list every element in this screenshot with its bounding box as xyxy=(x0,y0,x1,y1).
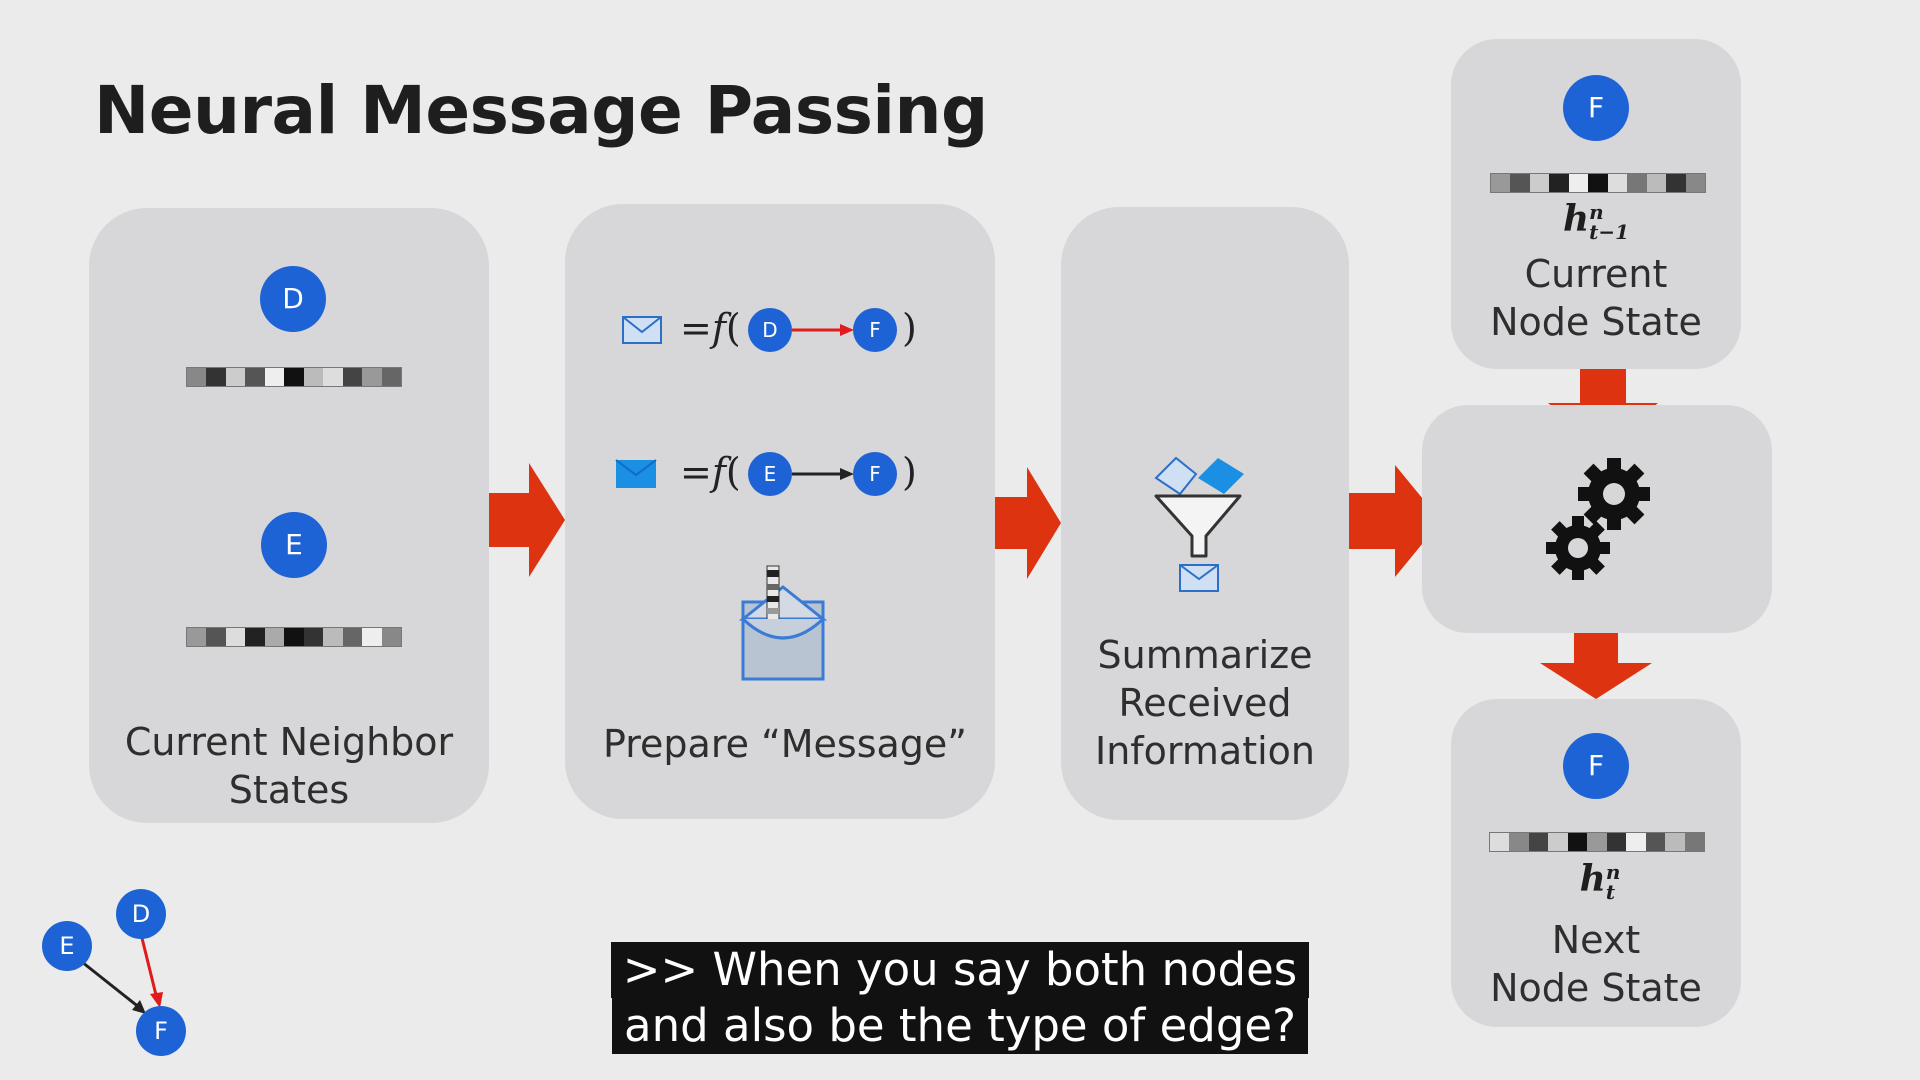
edge-e-f-black xyxy=(792,468,854,480)
subtitle-line-1: >> When you say both nodes xyxy=(610,942,1310,998)
current-state-symbol: 𝒉 n t−1 xyxy=(1562,198,1630,244)
current-node-f: F xyxy=(1563,75,1629,141)
prepare-message-caption: Prepare “Message” xyxy=(603,722,967,766)
flow-arrow-2 xyxy=(995,467,1061,579)
slide: Neural Message Passing D E Current Neigh… xyxy=(0,0,1920,1080)
current-node-state-caption: Current Node State xyxy=(1490,252,1702,344)
slide-title: Neural Message Passing xyxy=(94,72,988,149)
subtitles: >> When you say both nodes and also be t… xyxy=(0,942,1920,1054)
edge-d-f-red xyxy=(792,324,854,336)
envelope-filled-icon xyxy=(615,459,657,488)
envelope-with-vector-icon xyxy=(738,565,828,681)
graph-edges xyxy=(81,933,163,1014)
subtitle-line-2: and also be the type of edge? xyxy=(612,998,1308,1054)
summarize-caption: Summarize Received Information xyxy=(1095,633,1315,773)
graph-node-d: D xyxy=(116,889,166,939)
message-eq-2: =𝑓( xyxy=(680,450,741,494)
eq2-node-e: E xyxy=(748,452,792,496)
next-state-vector xyxy=(1489,832,1705,852)
message-eq-1: =𝑓( xyxy=(680,306,741,350)
current-state-vector xyxy=(1490,173,1706,193)
message-eq-1-close: ) xyxy=(902,306,917,350)
gears-icon xyxy=(1546,458,1650,580)
flow-arrow-down-2 xyxy=(1540,633,1652,699)
state-vector-d xyxy=(186,367,402,387)
node-d: D xyxy=(260,266,326,332)
next-node-f: F xyxy=(1563,733,1629,799)
next-state-symbol: 𝒉nt xyxy=(1579,858,1621,904)
node-e: E xyxy=(261,512,327,578)
flow-arrow-1 xyxy=(489,463,565,577)
eq1-node-d: D xyxy=(748,308,792,352)
message-eq-2-close: ) xyxy=(902,450,917,494)
eq2-node-f: F xyxy=(853,452,897,496)
state-vector-e xyxy=(186,627,402,647)
envelope-outline-icon xyxy=(622,316,662,344)
funnel-aggregate-icon xyxy=(1154,456,1244,592)
eq1-node-f: F xyxy=(853,308,897,352)
